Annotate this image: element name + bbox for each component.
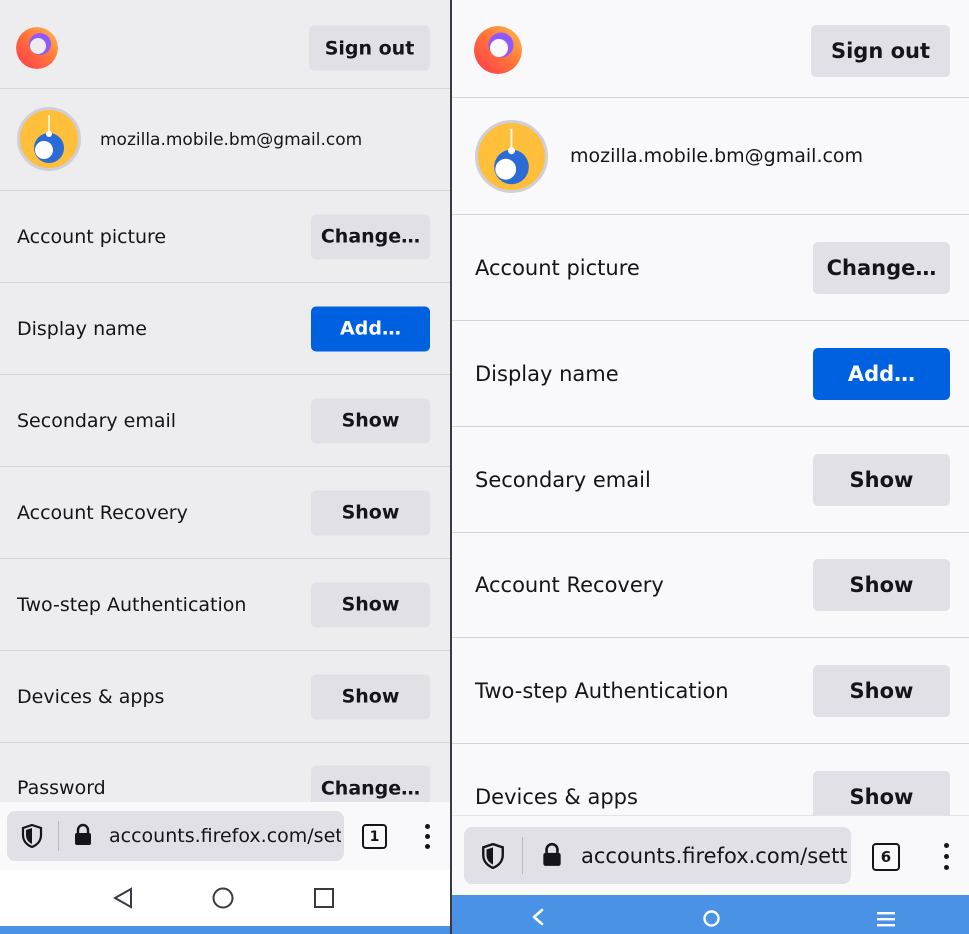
row-account-recovery: Account Recovery Show <box>452 533 969 638</box>
url-separator <box>522 837 523 874</box>
row-account-picture: Account picture Change… <box>452 215 969 321</box>
account-profile: mozilla.mobile.bm@gmail.com <box>452 98 969 215</box>
secondary-email-label: Secondary email <box>475 467 651 492</box>
show-account-recovery-button[interactable]: Show <box>311 490 430 535</box>
row-account-recovery: Account Recovery Show <box>0 467 450 559</box>
left-browser-window: Sign out mozilla.mobile.bm@gmail.com Acc… <box>0 0 450 934</box>
tab-counter[interactable]: 1 <box>362 824 387 849</box>
change-picture-button[interactable]: Change… <box>813 241 950 294</box>
show-two-step-button[interactable]: Show <box>813 664 950 717</box>
display-name-label: Display name <box>475 361 619 386</box>
system-nav-bar <box>452 895 969 934</box>
devices-apps-label: Devices & apps <box>475 785 638 809</box>
bottom-edge-bar <box>0 926 450 934</box>
display-name-label: Display name <box>17 317 147 340</box>
two-step-label: Two-step Authentication <box>475 678 729 703</box>
account-picture-label: Account picture <box>475 255 640 280</box>
show-account-recovery-button[interactable]: Show <box>813 559 950 611</box>
two-step-label: Two-step Authentication <box>17 593 247 616</box>
add-display-name-button[interactable]: Add… <box>311 306 430 351</box>
account-picture-label: Account picture <box>17 225 167 248</box>
kebab-menu-icon[interactable] <box>422 824 432 849</box>
browser-toolbar: accounts.firefox.com/settings 6 <box>452 815 969 896</box>
account-recovery-label: Account Recovery <box>475 573 664 597</box>
row-account-picture: Account picture Change… <box>0 191 450 283</box>
lock-icon[interactable] <box>541 842 563 872</box>
account-email: mozilla.mobile.bm@gmail.com <box>570 145 864 167</box>
show-secondary-email-button[interactable]: Show <box>311 398 430 443</box>
back-icon[interactable] <box>112 887 134 913</box>
change-picture-button[interactable]: Change… <box>311 214 430 259</box>
url-bar[interactable]: accounts.firefox.com/settings <box>464 827 851 884</box>
devices-apps-label: Devices & apps <box>17 685 165 708</box>
lock-icon[interactable] <box>73 823 93 851</box>
right-browser-window: Sign out mozilla.mobile.bm@gmail.com Acc… <box>452 0 969 934</box>
url-bar[interactable]: accounts.firefox.com/settings <box>7 811 344 861</box>
url-text[interactable]: accounts.firefox.com/settings <box>581 844 847 868</box>
row-devices-apps: Devices & apps Show <box>0 651 450 743</box>
url-text[interactable]: accounts.firefox.com/settings <box>109 825 341 847</box>
home-icon[interactable] <box>212 887 234 913</box>
kebab-menu-icon[interactable] <box>941 843 951 870</box>
account-profile: mozilla.mobile.bm@gmail.com <box>0 89 450 191</box>
account-email: mozilla.mobile.bm@gmail.com <box>100 129 363 150</box>
firefox-logo-icon[interactable] <box>474 26 522 74</box>
row-display-name: Display name Add… <box>0 283 450 375</box>
sign-out-button[interactable]: Sign out <box>811 25 950 77</box>
system-nav-bar <box>0 870 450 926</box>
row-secondary-email: Secondary email Show <box>452 427 969 533</box>
back-icon[interactable] <box>530 908 546 930</box>
row-two-step-authentication: Two-step Authentication Show <box>452 638 969 744</box>
account-recovery-label: Account Recovery <box>17 501 188 524</box>
show-secondary-email-button[interactable]: Show <box>813 453 950 506</box>
show-two-step-button[interactable]: Show <box>311 582 430 627</box>
secondary-email-label: Secondary email <box>17 409 177 432</box>
show-devices-apps-button[interactable]: Show <box>311 674 430 719</box>
add-display-name-button[interactable]: Add… <box>813 347 950 400</box>
browser-toolbar: accounts.firefox.com/settings 1 <box>0 802 450 870</box>
tracking-protection-shield-icon[interactable] <box>21 823 43 852</box>
tracking-protection-shield-icon[interactable] <box>481 842 505 873</box>
home-icon[interactable] <box>703 910 720 931</box>
password-label: Password <box>17 777 106 799</box>
firefox-logo-icon[interactable] <box>16 27 58 69</box>
avatar[interactable] <box>17 107 81 171</box>
row-secondary-email: Secondary email Show <box>0 375 450 467</box>
url-separator <box>58 821 59 851</box>
account-header: Sign out <box>452 0 969 98</box>
sign-out-button[interactable]: Sign out <box>309 25 430 71</box>
recents-icon[interactable] <box>313 887 335 913</box>
tab-counter[interactable]: 6 <box>872 843 900 871</box>
account-header: Sign out <box>0 8 450 89</box>
recents-icon[interactable] <box>877 911 895 931</box>
row-display-name: Display name Add… <box>452 321 969 427</box>
row-two-step-authentication: Two-step Authentication Show <box>0 559 450 651</box>
avatar[interactable] <box>475 120 548 193</box>
